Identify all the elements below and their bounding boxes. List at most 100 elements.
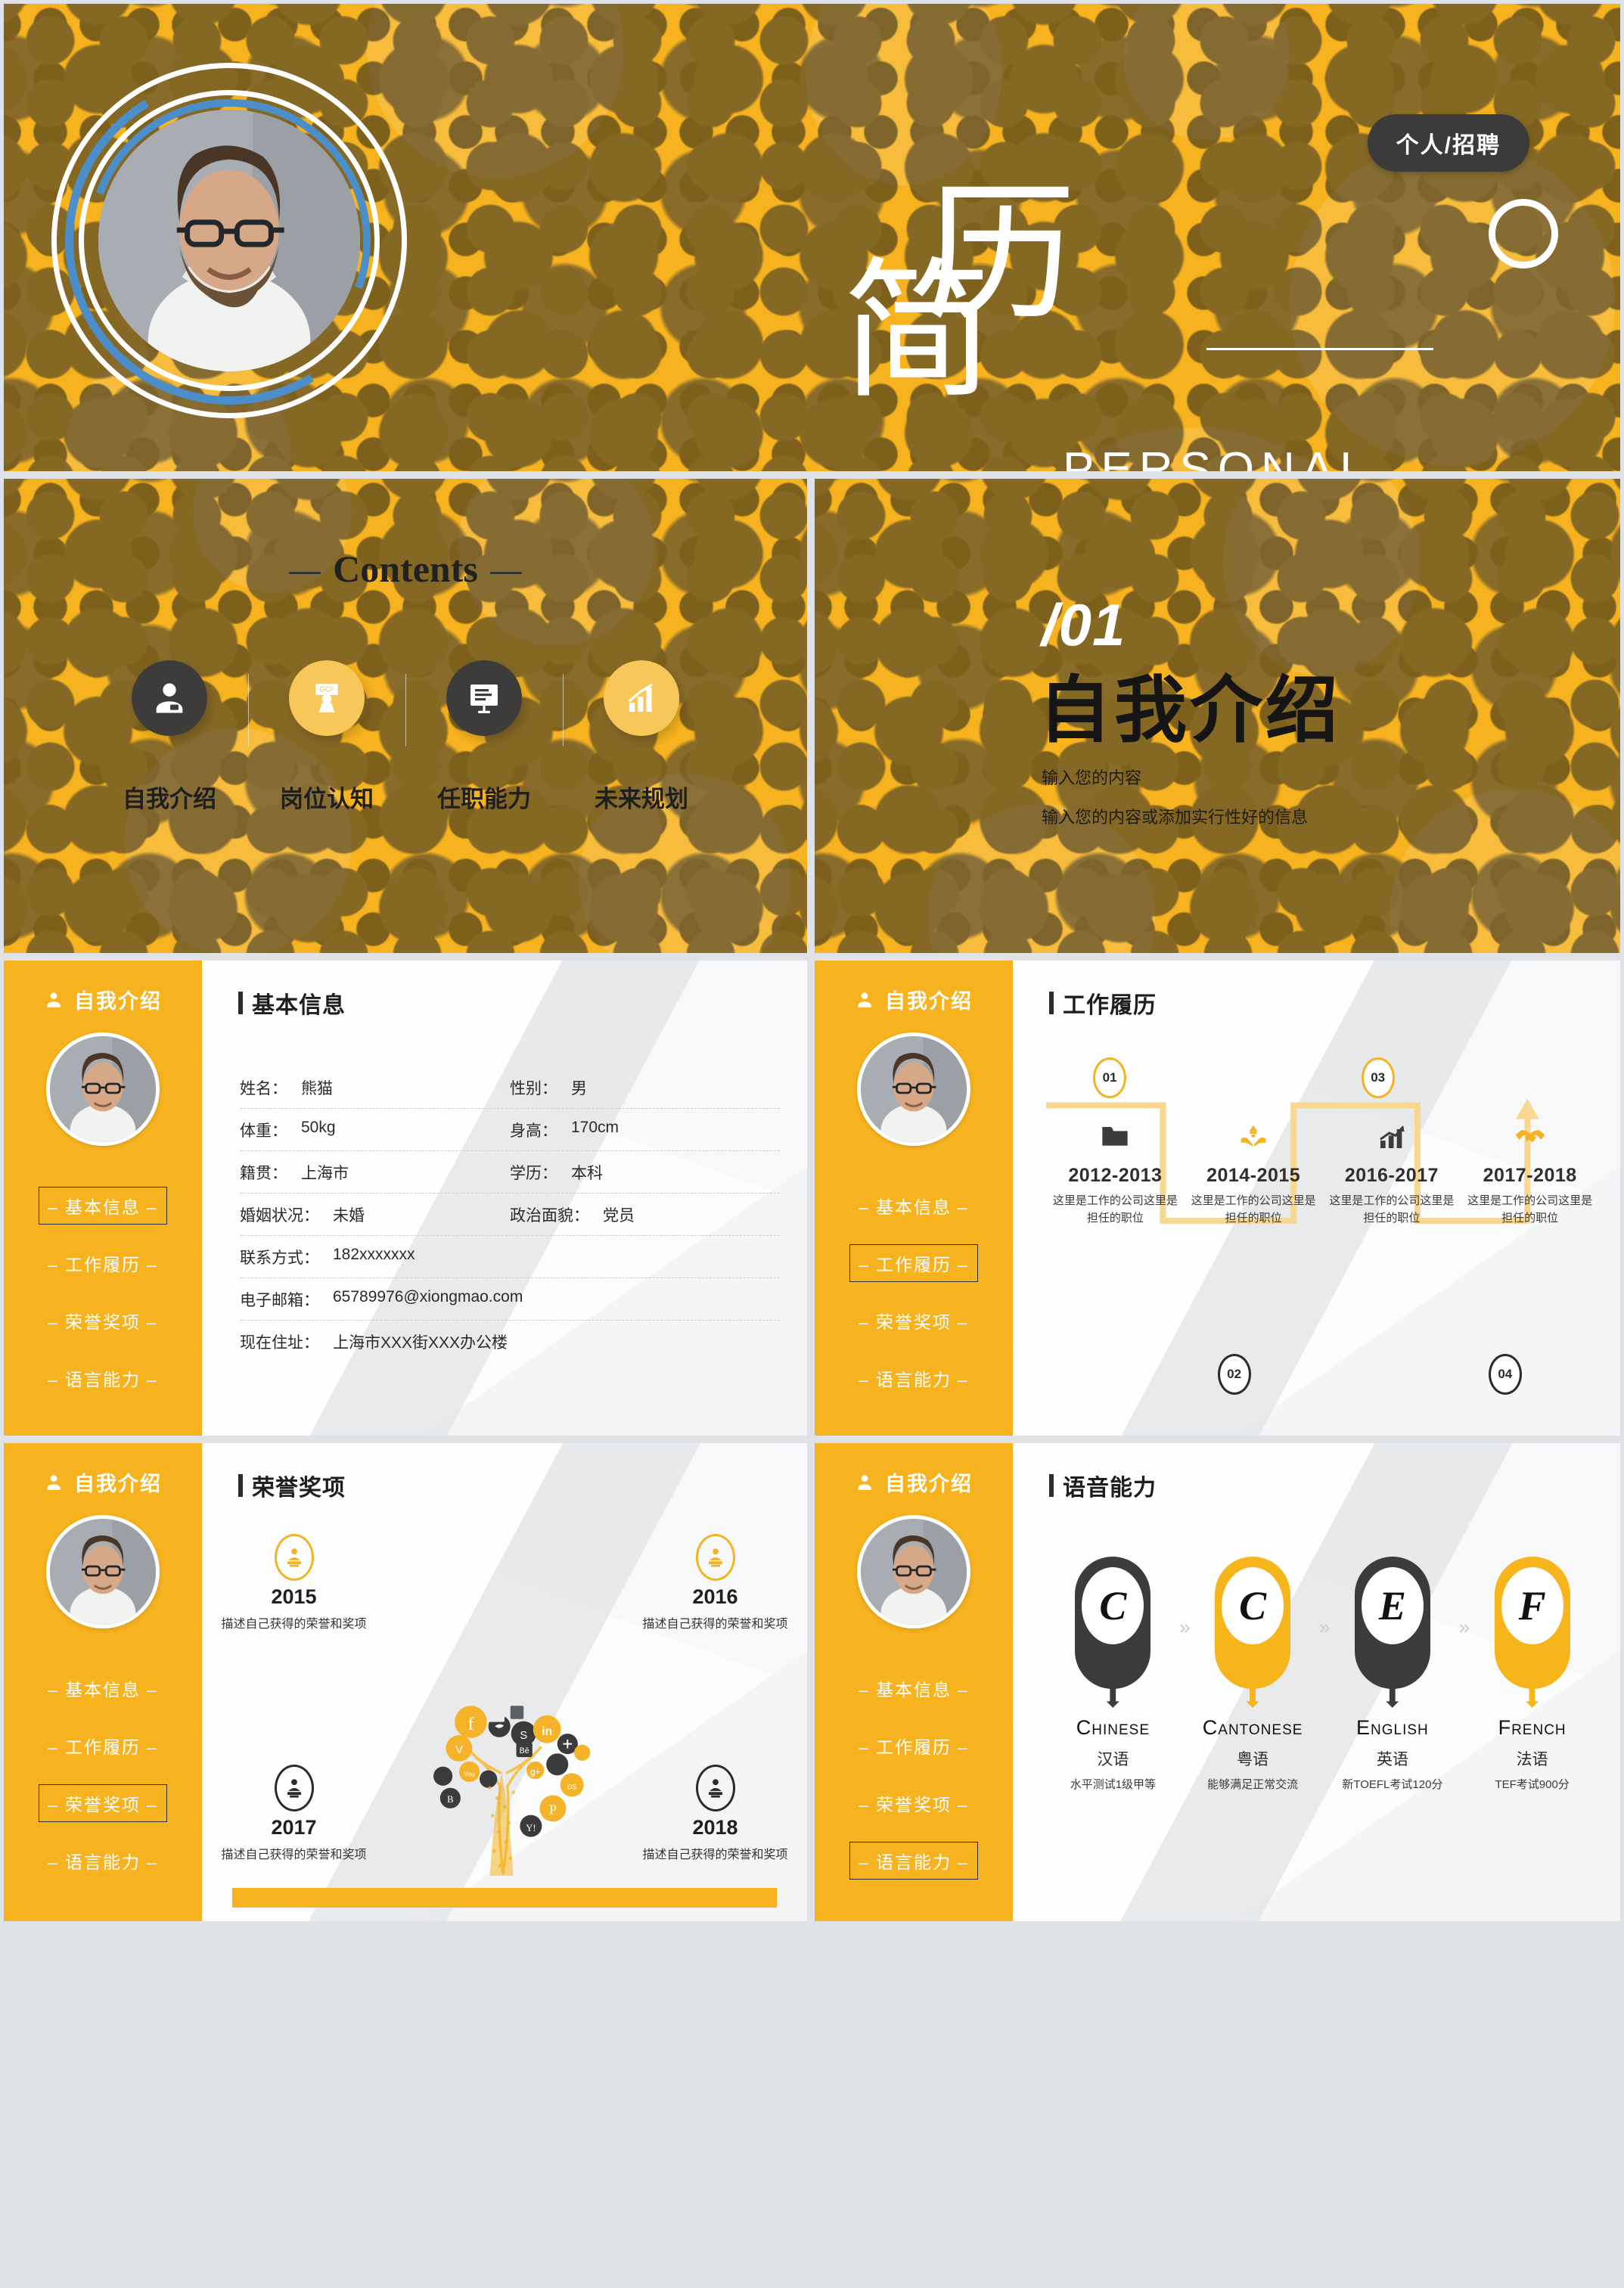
sidebar-work-history: 自我介绍 – 基本信息 – – 工作履历 – – 荣誉奖项 – – 语言能力 – bbox=[815, 961, 1013, 1436]
slide-basic-info[interactable]: 自我介绍 –基本信息– –工作履历– –荣誉奖项– –语言能力– bbox=[0, 957, 811, 1439]
bokeh-circle bbox=[1123, 4, 1290, 140]
info-value: 上海市 bbox=[301, 1165, 349, 1182]
svg-text:V: V bbox=[455, 1744, 463, 1756]
portrait-illustration bbox=[861, 1036, 967, 1142]
cover-badge[interactable]: 个人/招聘 bbox=[1367, 114, 1529, 172]
language-note: 水平测试1级甲等 bbox=[1070, 1778, 1157, 1791]
sidebar-item-work-history[interactable]: – 工作履历 – bbox=[39, 1244, 167, 1282]
language-english-name: English bbox=[1356, 1716, 1429, 1739]
cover-english-line-1: PERSONAL bbox=[1063, 443, 1373, 475]
person-badge-icon bbox=[132, 660, 207, 736]
contents-item-role-awareness[interactable]: GO! 岗位认知 bbox=[248, 660, 405, 814]
honors-entry-2015: 2015 描述自己获得的荣誉和奖项 bbox=[202, 1534, 390, 1631]
slide-languages[interactable]: 自我介绍 –基本信息– –工作履历– –荣誉奖项– –语言能力– bbox=[811, 1439, 1624, 1925]
timeline-node-02: 02 bbox=[1217, 1354, 1251, 1395]
contents-item-future-plan[interactable]: 未来规划 bbox=[563, 660, 720, 814]
sidebar-item-honors[interactable]: – 荣誉奖项 – bbox=[39, 1784, 167, 1822]
slide-contents[interactable]: Contents 自我介绍 GO! 岗位认知 任职能力 未来规划 bbox=[0, 475, 811, 957]
table-row: 联系方式： 182xxxxxxx bbox=[240, 1236, 780, 1278]
info-cell-weight: 体重： 50kg bbox=[240, 1119, 510, 1141]
basic-info-body: 基本信息 姓名： 熊猫 性别： 男 体重： 50kg 身高： 170cm 籍贯： 上海市 … bbox=[202, 961, 807, 1436]
slide-cover[interactable]: 个人/招聘 历 简 PERSONAL RESUME 道格资源 bbox=[0, 0, 1624, 475]
handshake-icon bbox=[1465, 1124, 1595, 1157]
slide-honors[interactable]: 自我介绍 –基本信息– –工作履历– –荣誉奖项– –语言能力– bbox=[0, 1439, 811, 1925]
info-value: 本科 bbox=[571, 1165, 603, 1182]
sidebar-item-languages[interactable]: – 语言能力 – bbox=[39, 1842, 167, 1880]
svg-text:Y!: Y! bbox=[526, 1823, 536, 1833]
bokeh-circle bbox=[1223, 479, 1420, 675]
cover-title-char-1: 简 bbox=[842, 247, 994, 416]
sidebar-item-basic-info[interactable]: – 基本信息 – bbox=[39, 1187, 167, 1225]
sidebar-item-basic-info[interactable]: – 基本信息 – bbox=[849, 1187, 978, 1225]
timeline-node-01: 01 bbox=[1093, 1057, 1127, 1098]
contents-item-self-intro[interactable]: 自我介绍 bbox=[91, 660, 248, 814]
title-accent-bar bbox=[238, 992, 243, 1014]
honors-desc: 描述自己获得的荣誉和奖项 bbox=[221, 1849, 367, 1861]
sidebar-header-label: 自我介绍 bbox=[885, 1473, 973, 1495]
sidebar-item-honors[interactable]: – 荣誉奖项 – bbox=[39, 1302, 167, 1340]
language-english-name: French bbox=[1498, 1716, 1567, 1739]
sidebar-honors: 自我介绍 – 基本信息 – – 工作履历 – – 荣誉奖项 – – 语言能力 – bbox=[4, 1443, 202, 1921]
sidebar-avatar bbox=[46, 1032, 160, 1146]
contents-heading: Contents bbox=[4, 547, 807, 591]
language-letter: E bbox=[1361, 1567, 1424, 1644]
honors-year: 2017 bbox=[271, 1816, 317, 1839]
info-value: 熊猫 bbox=[301, 1080, 333, 1097]
sidebar-item-languages[interactable]: – 语言能力 – bbox=[39, 1359, 167, 1397]
cover-portrait-rings bbox=[29, 41, 429, 440]
sidebar-item-work-history[interactable]: – 工作履历 – bbox=[849, 1244, 978, 1282]
cover-title-divider bbox=[1206, 348, 1433, 350]
contents-item-row: 自我介绍 GO! 岗位认知 任职能力 未来规划 bbox=[4, 660, 807, 814]
sidebar-item-label: 工作履历 bbox=[65, 1255, 141, 1274]
sidebar-item-work-history[interactable]: – 工作履历 – bbox=[849, 1727, 978, 1765]
person-icon bbox=[858, 992, 871, 1007]
sidebar-avatar bbox=[46, 1515, 160, 1628]
sidebar-header-label: 自我介绍 bbox=[885, 990, 973, 1013]
table-row: 体重： 50kg 身高： 170cm bbox=[240, 1109, 780, 1151]
portrait-illustration bbox=[50, 1519, 156, 1625]
info-value: 未婚 bbox=[333, 1207, 365, 1225]
slide-section-01[interactable]: /01 自我介绍 输入您的内容 输入您的内容或添加实行性好的信息 bbox=[811, 475, 1624, 957]
info-key: 现在住址： bbox=[240, 1334, 319, 1352]
sidebar-item-honors[interactable]: – 荣誉奖项 – bbox=[849, 1784, 978, 1822]
timeline-desc: 这里是工作的公司这里是担任的职位 bbox=[1329, 1194, 1455, 1225]
language-entry-french: F ⬇ French 法语 TEF考试900分 bbox=[1462, 1557, 1602, 1792]
language-english-name: Chinese bbox=[1076, 1716, 1150, 1739]
sidebar-item-languages[interactable]: – 语言能力 – bbox=[849, 1842, 978, 1880]
sidebar-item-work-history[interactable]: – 工作履历 – bbox=[39, 1727, 167, 1765]
honors-desc: 描述自己获得的荣誉和奖项 bbox=[642, 1849, 788, 1861]
sidebar-header: 自我介绍 bbox=[815, 985, 1013, 1014]
svg-text:B: B bbox=[447, 1794, 453, 1805]
basic-info-table: 姓名： 熊猫 性别： 男 体重： 50kg 身高： 170cm 籍贯： 上海市 学历： 本科… bbox=[240, 1066, 780, 1362]
sidebar-item-basic-info[interactable]: – 基本信息 – bbox=[849, 1669, 978, 1707]
honors-desc: 描述自己获得的荣誉和奖项 bbox=[642, 1618, 788, 1631]
table-row: 电子邮箱： 65789976@xiongmao.com bbox=[240, 1278, 780, 1321]
sidebar-item-languages[interactable]: – 语言能力 – bbox=[849, 1359, 978, 1397]
sidebar-item-label: 工作履历 bbox=[876, 1737, 952, 1757]
honors-footer-bar bbox=[232, 1888, 777, 1908]
info-cell-height: 身高： 170cm bbox=[510, 1119, 780, 1141]
portrait-illustration bbox=[50, 1036, 156, 1142]
person-icon bbox=[47, 1474, 61, 1490]
sidebar-menu: – 基本信息 – – 工作履历 – – 荣誉奖项 – – 语言能力 – bbox=[4, 1669, 202, 1880]
sidebar-item-basic-info[interactable]: – 基本信息 – bbox=[39, 1669, 167, 1707]
honors-year: 2015 bbox=[271, 1585, 317, 1608]
contents-item-competency[interactable]: 任职能力 bbox=[405, 660, 563, 814]
contents-item-label: 未来规划 bbox=[595, 786, 688, 812]
sidebar-item-label: 荣誉奖项 bbox=[876, 1312, 952, 1332]
work-history-body: 工作履历 01 02 03 04 2012-2013 这里是工作的公司这里是担任… bbox=[1013, 961, 1620, 1436]
person-icon bbox=[858, 1474, 871, 1490]
sidebar-item-label: 语言能力 bbox=[876, 1370, 952, 1389]
info-value: 65789976@xiongmao.com bbox=[333, 1288, 523, 1305]
info-cell-email: 电子邮箱： 65789976@xiongmao.com bbox=[240, 1288, 523, 1311]
section-subtitle-1: 输入您的内容 bbox=[1042, 768, 1142, 787]
sidebar-item-label: 基本信息 bbox=[876, 1680, 952, 1700]
language-entry-chinese: C ⬇ Chinese 汉语 水平测试1级甲等 » bbox=[1043, 1557, 1191, 1792]
sidebar-item-label: 工作履历 bbox=[65, 1737, 141, 1757]
honors-year: 2018 bbox=[692, 1816, 738, 1839]
svg-text:f: f bbox=[468, 1714, 474, 1734]
timeline-desc: 这里是工作的公司这里是担任的职位 bbox=[1191, 1194, 1316, 1225]
info-key: 电子邮箱： bbox=[240, 1292, 319, 1309]
sidebar-item-honors[interactable]: – 荣誉奖项 – bbox=[849, 1302, 978, 1340]
slide-work-history[interactable]: 自我介绍 –基本信息– –工作履历– –荣誉奖项– –语言能力– bbox=[811, 957, 1624, 1439]
